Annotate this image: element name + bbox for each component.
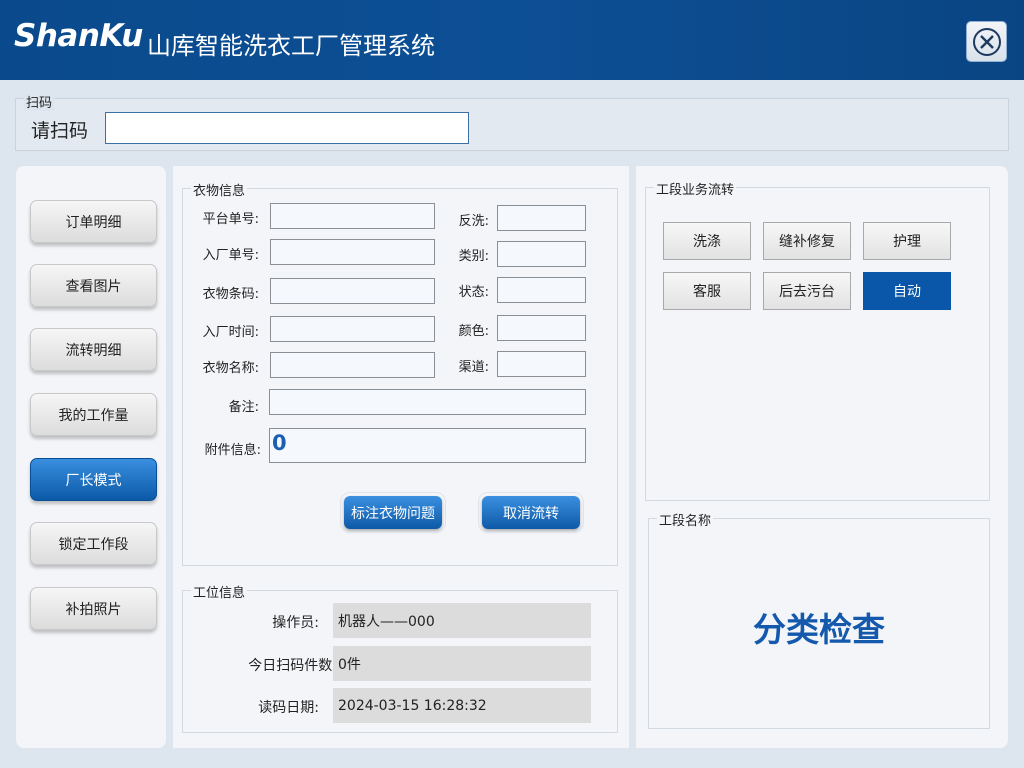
- main-panel: 衣物信息 平台单号: 反洗: 入厂单号: 类别: 衣物条码: 状态: 入厂时间:…: [173, 166, 629, 748]
- rewash-field[interactable]: [497, 205, 586, 231]
- lock-stage-button[interactable]: 锁定工作段: [30, 522, 157, 565]
- today-count-value: 0件: [333, 646, 591, 681]
- clothing-info-legend: 衣物信息: [191, 180, 248, 199]
- category-label: 类别:: [458, 249, 489, 264]
- flow-repair-button[interactable]: 缝补修复: [763, 222, 851, 260]
- cancel-flow-button[interactable]: 取消流转: [478, 492, 584, 533]
- my-workload-button[interactable]: 我的工作量: [30, 393, 157, 436]
- operator-label: 操作员:: [272, 615, 319, 631]
- remark-label: 备注:: [228, 400, 259, 415]
- flow-group: 工段业务流转 洗涤 缝补修复 护理 客服 后去污台 自动: [645, 179, 990, 501]
- manager-mode-button[interactable]: 厂长模式: [30, 458, 157, 501]
- clothing-info-group: 衣物信息 平台单号: 反洗: 入厂单号: 类别: 衣物条码: 状态: 入厂时间:…: [182, 180, 618, 566]
- title-bar: ShanKu 山库智能洗衣工厂管理系统: [0, 0, 1024, 80]
- barcode-label: 衣物条码:: [202, 287, 259, 302]
- clothing-name-field[interactable]: [270, 352, 435, 378]
- today-count-label: 今日扫码件数:: [248, 658, 337, 674]
- attachment-field[interactable]: 0: [269, 428, 586, 463]
- attachment-count: 0: [272, 431, 287, 455]
- scan-label: 请扫码: [31, 120, 89, 142]
- flow-care-button[interactable]: 护理: [863, 222, 951, 260]
- order-details-button[interactable]: 订单明细: [30, 200, 157, 243]
- channel-field[interactable]: [497, 351, 586, 377]
- stage-name: 分类检查: [753, 610, 885, 649]
- status-label: 状态:: [458, 285, 489, 300]
- stage-group: 工段名称 分类检查: [648, 510, 990, 729]
- read-date-value: 2024-03-15 16:28:32: [333, 688, 591, 723]
- scan-group: 扫码 请扫码: [15, 92, 1009, 151]
- factory-order-field[interactable]: [270, 239, 435, 265]
- remark-field[interactable]: [269, 389, 586, 415]
- channel-label: 渠道:: [458, 360, 489, 375]
- app-title: 山库智能洗衣工厂管理系统: [147, 32, 435, 60]
- close-circle-icon: [972, 27, 1001, 56]
- scan-legend: 扫码: [24, 92, 55, 111]
- retake-photo-button[interactable]: 补拍照片: [30, 587, 157, 630]
- rewash-label: 反洗:: [458, 214, 489, 229]
- flow-details-button[interactable]: 流转明细: [30, 328, 157, 371]
- factory-order-label: 入厂单号:: [202, 248, 259, 263]
- read-date-label: 读码日期:: [258, 700, 319, 716]
- app-logo: ShanKu: [14, 18, 143, 54]
- station-info-group: 工位信息 操作员: 机器人——000 今日扫码件数: 0件 读码日期: 2024…: [182, 582, 618, 733]
- operator-value: 机器人——000: [333, 603, 591, 638]
- status-field[interactable]: [497, 277, 586, 303]
- color-label: 颜色:: [458, 324, 489, 339]
- sidebar: 订单明细 查看图片 流转明细 我的工作量 厂长模式 锁定工作段 补拍照片: [16, 166, 166, 748]
- category-field[interactable]: [497, 241, 586, 267]
- flow-legend: 工段业务流转: [654, 179, 737, 198]
- flow-service-button[interactable]: 客服: [663, 272, 751, 310]
- platform-order-field[interactable]: [270, 203, 435, 229]
- color-field[interactable]: [497, 315, 586, 341]
- flow-panel: 工段业务流转 洗涤 缝补修复 护理 客服 后去污台 自动 工段名称 分类检查: [636, 166, 1008, 748]
- flow-auto-button[interactable]: 自动: [863, 272, 951, 310]
- stage-legend: 工段名称: [657, 510, 714, 529]
- entry-time-label: 入厂时间:: [202, 325, 259, 340]
- mark-issue-button[interactable]: 标注衣物问题: [340, 492, 446, 533]
- clothing-name-label: 衣物名称:: [202, 361, 259, 376]
- barcode-field[interactable]: [270, 278, 435, 304]
- flow-stain-button[interactable]: 后去污台: [763, 272, 851, 310]
- flow-wash-button[interactable]: 洗涤: [663, 222, 751, 260]
- platform-order-label: 平台单号:: [202, 212, 259, 227]
- entry-time-field[interactable]: [270, 316, 435, 342]
- station-info-legend: 工位信息: [191, 582, 248, 601]
- attachment-label: 附件信息:: [204, 443, 261, 458]
- close-button[interactable]: [966, 21, 1007, 62]
- view-images-button[interactable]: 查看图片: [30, 264, 157, 307]
- scan-input[interactable]: [105, 112, 469, 144]
